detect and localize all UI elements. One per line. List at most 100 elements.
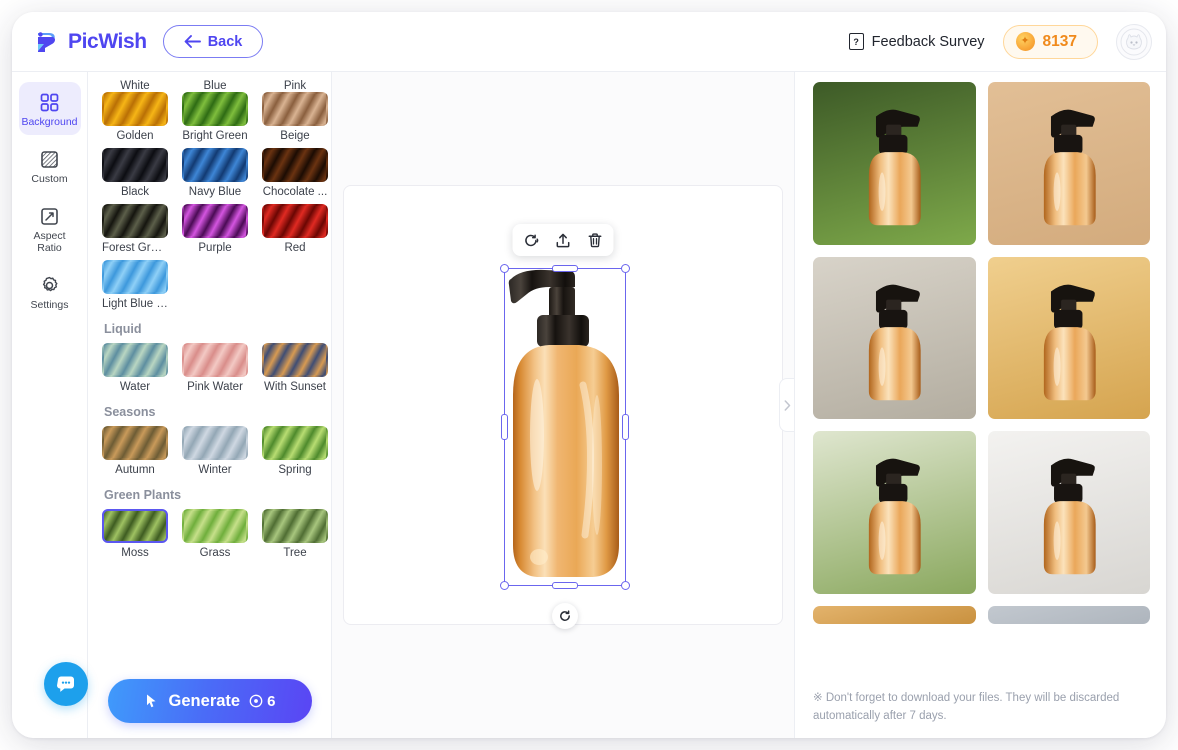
arrow-left-icon [184, 35, 201, 48]
swatch-forest-green[interactable]: Forest Green [102, 204, 168, 254]
swatch-with-sunset[interactable]: With Sunset [262, 343, 328, 393]
result-marble-plant[interactable] [987, 431, 1150, 594]
resize-handle-right[interactable] [622, 414, 629, 440]
result-forest-moss[interactable] [813, 82, 976, 245]
swatch-label-pink: Pink [283, 80, 307, 92]
swatch-thumbnail [182, 509, 248, 543]
results-collapse-handle[interactable] [779, 378, 794, 432]
swatch-thumbnail [102, 148, 168, 182]
swatch-grid: Moss Grass Tree [102, 509, 326, 559]
swatch-thumbnail [102, 204, 168, 238]
result-white-flowers[interactable] [813, 431, 976, 594]
app-header: PicWish Back ? Feedback Survey ✦ 8137 [12, 12, 1166, 72]
swatch-purple[interactable]: Purple [182, 204, 248, 254]
swatch-navy-blue[interactable]: Navy Blue [182, 148, 248, 198]
picwish-logo-icon [32, 28, 60, 56]
swatch-golden[interactable]: Golden [102, 92, 168, 142]
swatch-moss[interactable]: Moss [102, 509, 168, 559]
swatch-label-white: White [120, 80, 150, 92]
swatch-label-blue: Blue [203, 80, 227, 92]
swatch-label: Pink Water [187, 381, 243, 393]
canvas-artboard[interactable] [343, 185, 783, 629]
coin-icon: ✦ [1015, 32, 1035, 51]
feedback-survey-link[interactable]: ? Feedback Survey [848, 33, 985, 50]
object-toolbar [512, 224, 614, 256]
user-avatar-icon[interactable] [1116, 23, 1152, 60]
swatch-thumbnail [262, 509, 328, 543]
credits-value: 8137 [1042, 32, 1077, 50]
swatch-label: Autumn [115, 464, 155, 476]
resize-handle-left[interactable] [501, 414, 508, 440]
result-wood-clipped[interactable] [813, 605, 976, 624]
swatch-label: Purple [198, 242, 232, 254]
swatch-spring[interactable]: Spring [262, 426, 328, 476]
swatch-red[interactable]: Red [262, 204, 328, 254]
swatch-bright-green[interactable]: Bright Green [182, 92, 248, 142]
refresh-background-icon[interactable] [523, 232, 540, 249]
product-bottle-image[interactable] [499, 265, 631, 589]
rotate-button[interactable] [552, 603, 578, 629]
swatch-thumbnail [262, 148, 328, 182]
swatch-tree[interactable]: Tree [262, 509, 328, 559]
swatch-label: Beige [280, 130, 310, 142]
swatch-thumbnail [182, 204, 248, 238]
swatch-label: Light Blue S… [102, 298, 168, 310]
rail-item-aspect-ratio-label: Aspect Ratio [33, 230, 66, 255]
back-button[interactable]: Back [162, 25, 264, 58]
swatch-thumbnail [102, 343, 168, 377]
swatch-pink-water[interactable]: Pink Water [182, 343, 248, 393]
delete-icon[interactable] [587, 232, 604, 249]
resize-handle-bottom-right[interactable] [621, 581, 630, 590]
credits-badge[interactable]: ✦ 8137 [1002, 24, 1098, 59]
tool-rail: Background Custom Aspect Ratio Settings [12, 72, 88, 738]
swatch-black[interactable]: Black [102, 148, 168, 198]
partial-labels-row: White Blue Pink [102, 80, 315, 92]
grid-squares-icon [21, 91, 79, 113]
rail-item-aspect-ratio[interactable]: Aspect Ratio [19, 196, 81, 261]
results-note: ※ Don't forget to download your files. T… [813, 681, 1150, 738]
swatch-thumbnail [102, 260, 168, 294]
swatch-grid: Water Pink Water With Sunset [102, 343, 326, 393]
swatch-thumbnail [262, 343, 328, 377]
swatch-thumbnail [102, 92, 168, 126]
chat-bubble-icon[interactable] [44, 662, 88, 706]
editor-canvas-area[interactable] [332, 72, 794, 738]
swatch-thumbnail [102, 426, 168, 460]
result-stone-wall[interactable] [813, 256, 976, 419]
rail-item-settings[interactable]: Settings [19, 265, 81, 318]
swatch-water[interactable]: Water [102, 343, 168, 393]
result-beige-studio[interactable] [987, 82, 1150, 245]
upload-icon[interactable] [555, 232, 572, 249]
swatch-beige[interactable]: Beige [262, 92, 328, 142]
back-button-label: Back [207, 33, 243, 50]
resize-handle-top[interactable] [552, 265, 578, 272]
selection-box[interactable] [500, 264, 630, 629]
swatch-chocolate[interactable]: Chocolate ... [262, 148, 328, 198]
swatch-label: Navy Blue [188, 186, 242, 198]
brand-name: PicWish [68, 29, 147, 53]
swatch-thumbnail [182, 92, 248, 126]
swatch-label: Moss [121, 547, 149, 559]
swatch-winter[interactable]: Winter [182, 426, 248, 476]
swatch-thumbnail [262, 426, 328, 460]
resize-handle-top-right[interactable] [621, 264, 630, 273]
results-grid[interactable] [813, 82, 1150, 681]
rail-item-background[interactable]: Background [18, 82, 81, 136]
swatch-thumbnail [182, 426, 248, 460]
rail-item-custom-label: Custom [31, 173, 68, 186]
swatch-light-blue-s[interactable]: Light Blue S… [102, 260, 168, 310]
result-grey-clipped[interactable] [987, 605, 1150, 624]
swatch-autumn[interactable]: Autumn [102, 426, 168, 476]
swatch-grass[interactable]: Grass [182, 509, 248, 559]
result-golden-rocks[interactable] [987, 256, 1150, 419]
swatch-label: Bright Green [182, 130, 248, 142]
swatch-label: Spring [278, 464, 312, 476]
resize-handle-bottom-left[interactable] [500, 581, 509, 590]
resize-handle-bottom[interactable] [552, 582, 578, 589]
survey-doc-icon: ? [848, 33, 864, 50]
generate-button[interactable]: Generate 6 [107, 679, 312, 723]
rail-item-settings-label: Settings [30, 299, 69, 312]
rail-item-custom[interactable]: Custom [19, 139, 81, 192]
resize-handle-top-left[interactable] [500, 264, 509, 273]
background-picker-scroll[interactable]: White Blue Pink Golden Bright Green Beige B… [88, 72, 331, 664]
